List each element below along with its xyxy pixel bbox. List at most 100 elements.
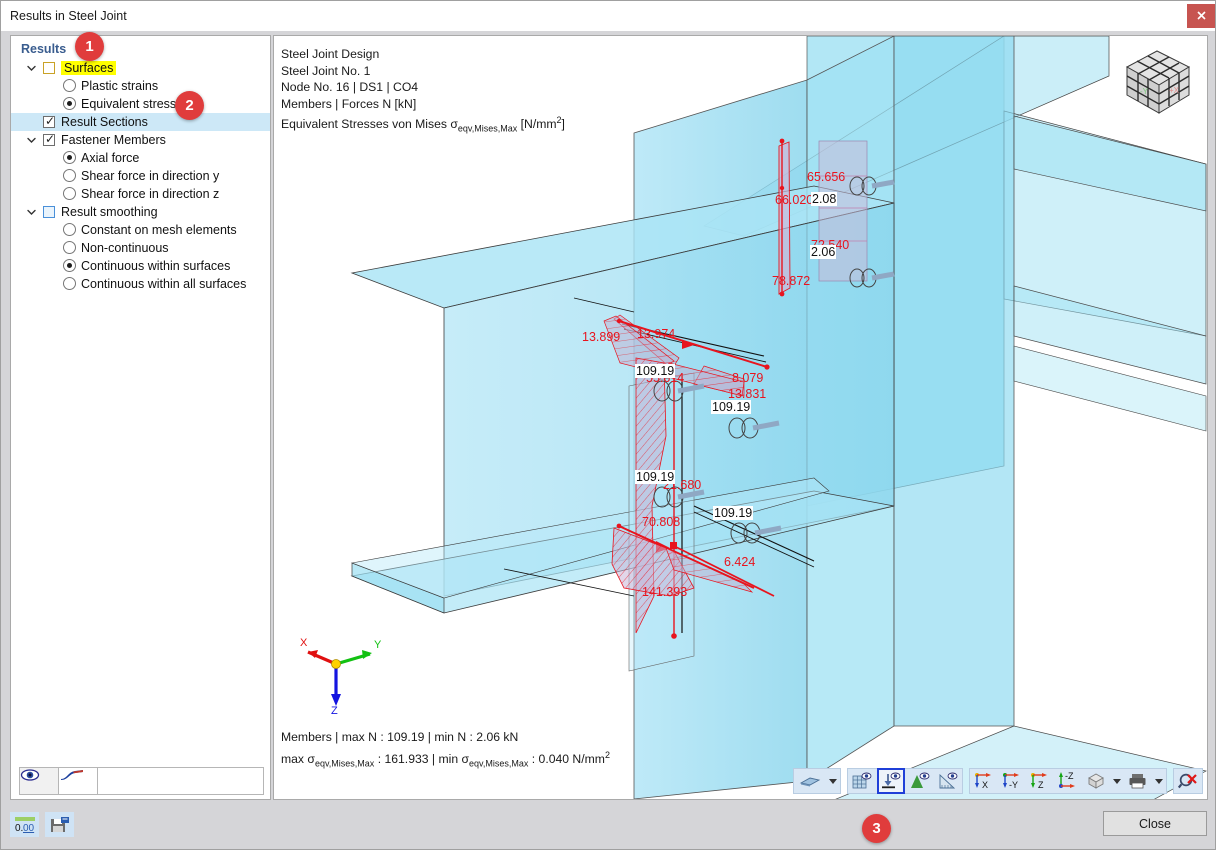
render-mode-button[interactable] [795, 769, 825, 793]
checkbox-result-smoothing[interactable] [43, 206, 55, 218]
window-title: Results in Steel Joint [10, 9, 127, 23]
axis-minus-z-icon: -Z [1057, 772, 1079, 790]
close-x-icon[interactable] [1187, 4, 1215, 28]
view-in-negative-z-button[interactable]: -Z [1055, 769, 1081, 793]
ruler-eye-icon [938, 772, 958, 790]
svg-text:Z: Z [1038, 780, 1044, 790]
axis-z-icon: Z [1029, 772, 1051, 790]
view-in-x-button[interactable]: X [971, 769, 997, 793]
print-dropdown-arrow[interactable] [1152, 769, 1166, 793]
view-in-z-button[interactable]: Z [1027, 769, 1053, 793]
save-view-icon[interactable] [45, 812, 74, 837]
results-tree[interactable]: Results Surfaces Plastic strainsEquivalen… [11, 36, 270, 763]
tree-node-continuous-within-surfaces[interactable]: Continuous within surfaces [11, 257, 270, 275]
support-eye-icon [881, 772, 901, 790]
tree-node-constant-on-mesh-elements[interactable]: Constant on mesh elements [11, 221, 270, 239]
checkbox-surfaces[interactable] [43, 62, 55, 74]
tree-node-shear-force-in-direction-y[interactable]: Shear force in direction y [11, 167, 270, 185]
show-supports-button[interactable] [877, 768, 905, 794]
3d-viewport[interactable]: Steel Joint Design Steel Joint No. 1 Nod… [273, 35, 1208, 800]
header-line-2: Steel Joint No. 1 [281, 63, 565, 80]
radio-continuous-within-all-surfaces[interactable] [63, 277, 76, 290]
result-value-field[interactable] [97, 767, 264, 795]
printer-icon [1128, 772, 1148, 790]
stress-value-label: 13.899 [582, 330, 620, 344]
stress-value-label: 6.424 [724, 555, 755, 569]
isometric-view-button[interactable] [1083, 769, 1109, 793]
cube-icon [1086, 772, 1106, 790]
tree-node-label: Result smoothing [61, 203, 158, 221]
axis-x-icon: X [973, 772, 995, 790]
chevron-down-icon[interactable] [25, 203, 38, 221]
view-in-negative-y-button[interactable]: -Y [999, 769, 1025, 793]
radio-shear-force-in-direction-y[interactable] [63, 169, 76, 182]
stress-value-label: 141.393 [642, 585, 687, 599]
deformation-curve-icon[interactable] [58, 767, 98, 795]
force-value-label: 2.06 [810, 245, 836, 259]
tree-node-result-sections[interactable]: ✓Result Sections [11, 113, 270, 131]
footer-sub-2: eqv,Mises,Max [469, 758, 528, 768]
checkbox-result-sections[interactable]: ✓ [43, 116, 55, 128]
chevron-down-icon[interactable] [25, 59, 38, 77]
toolbar-group-clear [1173, 768, 1203, 794]
radio-non-continuous[interactable] [63, 241, 76, 254]
tree-node-label: Equivalent stress [81, 95, 176, 113]
tree-node-label: Constant on mesh elements [81, 221, 237, 239]
tree-node-label: Fastener Members [61, 131, 166, 149]
eye-icon[interactable] [19, 767, 59, 795]
tree-node-fastener-members[interactable]: ✓ Fastener Members [11, 131, 270, 149]
tree-node-surfaces[interactable]: Surfaces [11, 59, 270, 77]
clear-selection-button[interactable] [1175, 769, 1201, 793]
header-line-4: Members | Forces N [kN] [281, 96, 565, 113]
tree-node-plastic-strains[interactable]: Plastic strains [11, 77, 270, 95]
radio-dot [67, 155, 72, 160]
stress-value-label: 8.079 [732, 371, 763, 385]
svg-text:X: X [982, 780, 988, 790]
checkbox-fastener-members[interactable]: ✓ [43, 134, 55, 146]
tree-node-equivalent-stress[interactable]: Equivalent stress [11, 95, 270, 113]
close-button[interactable]: Close [1103, 811, 1207, 836]
tree-node-result-smoothing[interactable]: Result smoothing [11, 203, 270, 221]
show-dimensions-button[interactable] [935, 769, 961, 793]
radio-axial-force[interactable] [63, 151, 76, 164]
results-tree-heading: Results [11, 40, 270, 59]
show-loads-button[interactable] [907, 769, 933, 793]
tree-node-axial-force[interactable]: Axial force [11, 149, 270, 167]
stress-prefix: Equivalent Stresses von Mises [281, 117, 450, 131]
tree-node-shear-force-in-direction-z[interactable]: Shear force in direction z [11, 185, 270, 203]
toolbar-group-views: X -Y [969, 768, 1167, 794]
radio-equivalent-stress[interactable] [63, 97, 76, 110]
show-mesh-button[interactable] [849, 769, 875, 793]
radio-dot [67, 101, 72, 106]
check-glyph: ✓ [45, 132, 56, 146]
render-mode-dropdown-arrow[interactable] [826, 769, 840, 793]
footer-value: : 0.040 N/mm [528, 752, 605, 766]
viewport-toolbar[interactable]: X -Y [787, 767, 1203, 795]
tree-node-label: Shear force in direction y [81, 167, 219, 185]
tree-node-non-continuous[interactable]: Non-continuous [11, 239, 270, 257]
stress-value-label: 13.974 [637, 327, 675, 341]
tree-node-label: Surfaces [61, 59, 116, 77]
highlighted-label: Surfaces [61, 61, 116, 75]
radio-shear-force-in-direction-z[interactable] [63, 187, 76, 200]
tree-node-label: Non-continuous [81, 239, 169, 257]
footer-sub-1: eqv,Mises,Max [315, 758, 374, 768]
toolbar-group-render [793, 768, 841, 794]
radio-constant-on-mesh-elements[interactable] [63, 223, 76, 236]
radio-continuous-within-surfaces[interactable] [63, 259, 76, 272]
navigation-cube-icon[interactable]: -Y +X [1117, 45, 1199, 121]
tree-node-continuous-within-all-surfaces[interactable]: Continuous within all surfaces [11, 275, 270, 293]
stress-unit-pre: [N/mm [517, 117, 556, 131]
stress-value-label: 70.808 [642, 515, 680, 529]
radio-plastic-strains[interactable] [63, 79, 76, 92]
sigma-subscript: eqv,Mises,Max [458, 124, 517, 134]
mesh-eye-icon [852, 772, 872, 790]
close-glyph [1197, 11, 1206, 20]
footer-line-1: Members | max N : 109.19 | min N : 2.06 … [281, 728, 610, 746]
print-button[interactable] [1125, 769, 1151, 793]
chevron-down-icon[interactable] [25, 131, 38, 149]
decimal-places-icon[interactable]: 0. 00 [10, 812, 39, 837]
check-glyph: ✓ [45, 114, 56, 128]
isometric-view-dropdown-arrow[interactable] [1110, 769, 1124, 793]
shaded-plane-icon [799, 774, 821, 788]
